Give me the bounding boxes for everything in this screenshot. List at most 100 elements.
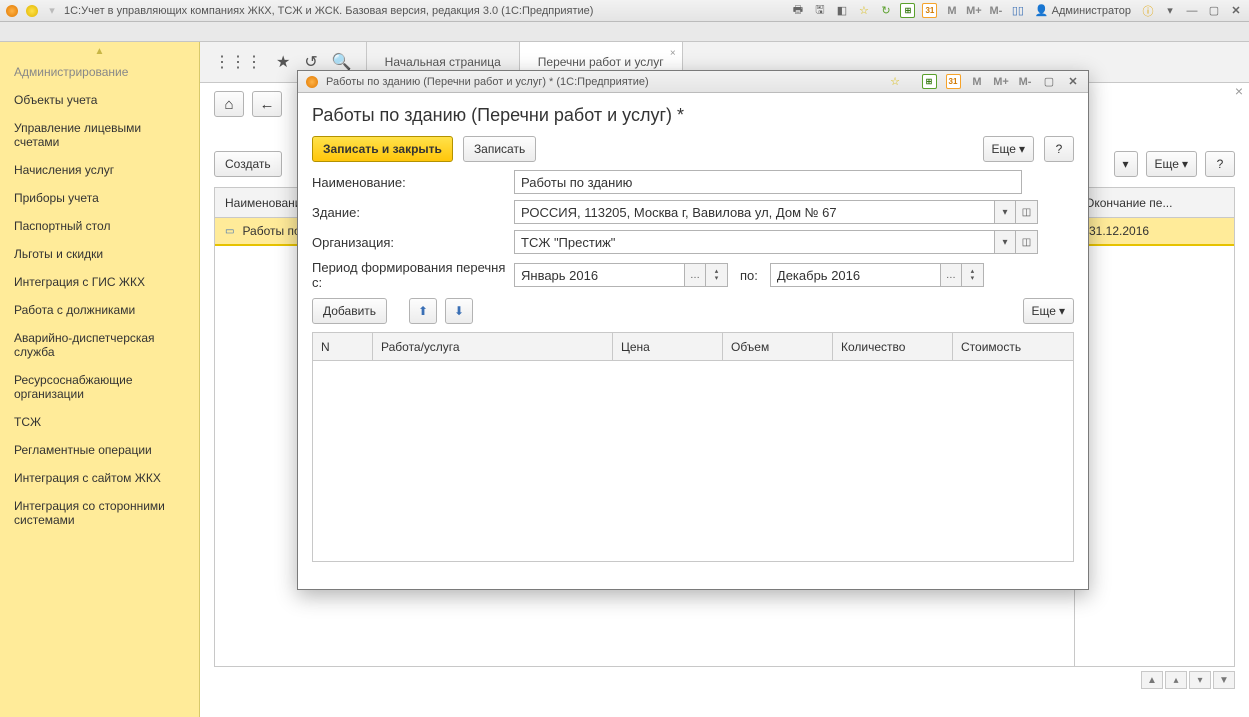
col-work[interactable]: Работа/услуга	[373, 333, 613, 360]
sidebar-item-scheduled[interactable]: Регламентные операции	[0, 436, 199, 464]
org-dropdown-icon[interactable]: ▾	[994, 230, 1016, 254]
period-from-pick-icon[interactable]: …	[684, 263, 706, 287]
modal-mminus-button[interactable]: M-	[1016, 74, 1034, 90]
save-close-button[interactable]: Записать и закрыть	[312, 136, 453, 162]
toolbar-mplus-button[interactable]: M+	[965, 3, 983, 19]
back-button[interactable]: ←	[252, 91, 282, 117]
col-n[interactable]: N	[313, 333, 373, 360]
org-open-icon[interactable]: ◫	[1016, 230, 1038, 254]
col-qty[interactable]: Количество	[833, 333, 953, 360]
create-button[interactable]: Создать	[214, 151, 282, 177]
modal-more-button[interactable]: Еще▾	[983, 136, 1034, 162]
sidebar-item-meters[interactable]: Приборы учета	[0, 184, 199, 212]
tab-close-icon[interactable]: ×	[670, 48, 676, 59]
move-down-icon[interactable]: ⬇	[445, 298, 473, 324]
sidebar-item-discounts[interactable]: Льготы и скидки	[0, 240, 199, 268]
modal-mplus-button[interactable]: M+	[992, 74, 1010, 90]
modal-maximize-icon[interactable]: ▢	[1040, 74, 1058, 90]
table-more-button[interactable]: Еще▾	[1023, 298, 1074, 324]
pager-down-icon[interactable]: ▾	[1189, 671, 1211, 689]
dropdown-icon[interactable]: ▾	[1161, 3, 1179, 19]
info-icon[interactable]: ⓘ	[1139, 3, 1157, 19]
home-button[interactable]: ⌂	[214, 91, 244, 117]
toolbar-m-button[interactable]: M	[943, 3, 961, 19]
modal-calc-icon[interactable]: ⊞	[920, 74, 938, 90]
sidebar-item-objects[interactable]: Объекты учета	[0, 86, 199, 114]
modal-m-button[interactable]: M	[968, 74, 986, 90]
close-icon[interactable]: ✕	[1227, 3, 1245, 19]
sidebar-item-charges[interactable]: Начисления услуг	[0, 156, 199, 184]
history-icon[interactable]: ↺	[304, 52, 317, 72]
pager-last-icon[interactable]: ▼	[1213, 671, 1235, 689]
label-building: Здание:	[312, 205, 508, 220]
col-price[interactable]: Цена	[613, 333, 723, 360]
modal-dialog: Работы по зданию (Перечни работ и услуг)…	[297, 70, 1089, 590]
toolbar-mminus-button[interactable]: M-	[987, 3, 1005, 19]
sidebar: ▲ Администрирование Объекты учета Управл…	[0, 42, 200, 717]
modal-close-icon[interactable]: ✕	[1064, 74, 1082, 90]
search-icon[interactable]: 🔍	[332, 52, 352, 72]
toolbar-calendar-icon[interactable]: 31	[921, 3, 939, 19]
page-more-button-1[interactable]: ▾	[1114, 151, 1138, 177]
sidebar-item-site[interactable]: Интеграция с сайтом ЖКХ	[0, 464, 199, 492]
toolbar-disk-icon[interactable]: 🖫	[811, 3, 829, 19]
row-expand-icon[interactable]: ▭	[225, 226, 234, 237]
works-table: N Работа/услуга Цена Объем Количество Ст…	[312, 332, 1074, 562]
toolbar-star-icon[interactable]: ☆	[855, 3, 873, 19]
maximize-icon[interactable]: ▢	[1205, 3, 1223, 19]
pager-up-icon[interactable]: ▴	[1165, 671, 1187, 689]
row-end-date: 31.12.2016	[1089, 224, 1149, 238]
modal-star-icon[interactable]: ☆	[886, 74, 904, 90]
period-to-input[interactable]	[770, 263, 940, 287]
table-more-label: Еще	[1032, 304, 1056, 318]
sidebar-item-gis[interactable]: Интеграция с ГИС ЖКХ	[0, 268, 199, 296]
sidebar-item-dispatch[interactable]: Аварийно-диспетчерская служба	[0, 324, 199, 366]
label-to: по:	[734, 268, 764, 283]
sidebar-scroll-up-icon[interactable]: ▲	[0, 46, 199, 58]
sidebar-item-debtors[interactable]: Работа с должниками	[0, 296, 199, 324]
menu-grid-icon[interactable]: ⋮⋮⋮	[214, 52, 262, 72]
building-open-icon[interactable]: ◫	[1016, 200, 1038, 224]
page-help-button[interactable]: ?	[1205, 151, 1235, 177]
org-input[interactable]	[514, 230, 994, 254]
col-cost[interactable]: Стоимость	[953, 333, 1073, 360]
page-close-icon[interactable]: ×	[1235, 83, 1243, 99]
sidebar-item-suppliers[interactable]: Ресурсоснабжающие организации	[0, 366, 199, 408]
sidebar-item-external[interactable]: Интеграция со сторонними системами	[0, 492, 199, 534]
page-more-button-2[interactable]: Еще▾	[1146, 151, 1197, 177]
sidebar-item-passport[interactable]: Паспортный стол	[0, 212, 199, 240]
building-dropdown-icon[interactable]: ▾	[994, 200, 1016, 224]
name-input[interactable]	[514, 170, 1022, 194]
modal-app-icon	[304, 74, 320, 90]
period-from-input[interactable]	[514, 263, 684, 287]
minimize-icon[interactable]: —	[1183, 3, 1201, 19]
user-name: Администратор	[1052, 5, 1131, 17]
period-to-step-icon[interactable]: ▴▾	[962, 263, 984, 287]
building-input[interactable]	[514, 200, 994, 224]
toolbar-calc-icon[interactable]: ⊞	[899, 3, 917, 19]
period-to-pick-icon[interactable]: …	[940, 263, 962, 287]
sidebar-item-tszh[interactable]: ТСЖ	[0, 408, 199, 436]
toolbar-print-icon[interactable]: 🖶	[789, 3, 807, 19]
table-row[interactable]: 31.12.2016	[1075, 218, 1234, 246]
pager-first-icon[interactable]: ▲	[1141, 671, 1163, 689]
modal-help-button[interactable]: ?	[1044, 136, 1074, 162]
add-button[interactable]: Добавить	[312, 298, 387, 324]
save-button[interactable]: Записать	[463, 136, 536, 162]
toolbar-compare-icon[interactable]: ◧	[833, 3, 851, 19]
col-vol[interactable]: Объем	[723, 333, 833, 360]
period-from-step-icon[interactable]: ▴▾	[706, 263, 728, 287]
sidebar-item-admin[interactable]: Администрирование	[0, 58, 199, 86]
toolbar-history-icon[interactable]: ↻	[877, 3, 895, 19]
app-icon-1c	[4, 3, 20, 19]
modal-titlebar[interactable]: Работы по зданию (Перечни работ и услуг)…	[298, 71, 1088, 93]
grid-header-end[interactable]: Окончание пе...	[1075, 188, 1234, 218]
sidebar-item-accounts[interactable]: Управление лицевыми счетами	[0, 114, 199, 156]
modal-more-label: Еще	[992, 142, 1016, 156]
toolbar-panels-icon[interactable]: ▯▯	[1009, 3, 1027, 19]
modal-calendar-icon[interactable]: 31	[944, 74, 962, 90]
favorites-star-icon[interactable]: ★	[276, 52, 290, 72]
user-badge[interactable]: 👤Администратор	[1031, 4, 1135, 17]
app-titlebar: ▾ 1С:Учет в управляющих компаниях ЖКХ, Т…	[0, 0, 1249, 22]
move-up-icon[interactable]: ⬆	[409, 298, 437, 324]
